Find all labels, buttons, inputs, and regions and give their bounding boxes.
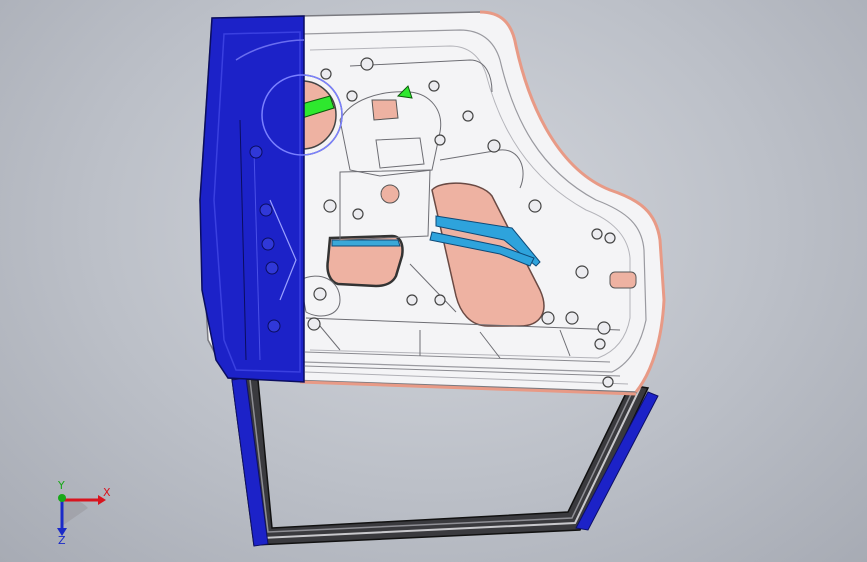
car-door-model[interactable]: [0, 0, 867, 562]
y-axis-label: Y: [58, 479, 65, 492]
x-axis-label: X: [103, 486, 111, 499]
window-frame: [231, 377, 659, 547]
coordinate-triad: X Y Z: [40, 478, 120, 548]
y-axis-marker: [58, 494, 66, 502]
cad-viewport[interactable]: X Y Z: [0, 0, 867, 562]
z-axis-label: Z: [58, 534, 66, 547]
